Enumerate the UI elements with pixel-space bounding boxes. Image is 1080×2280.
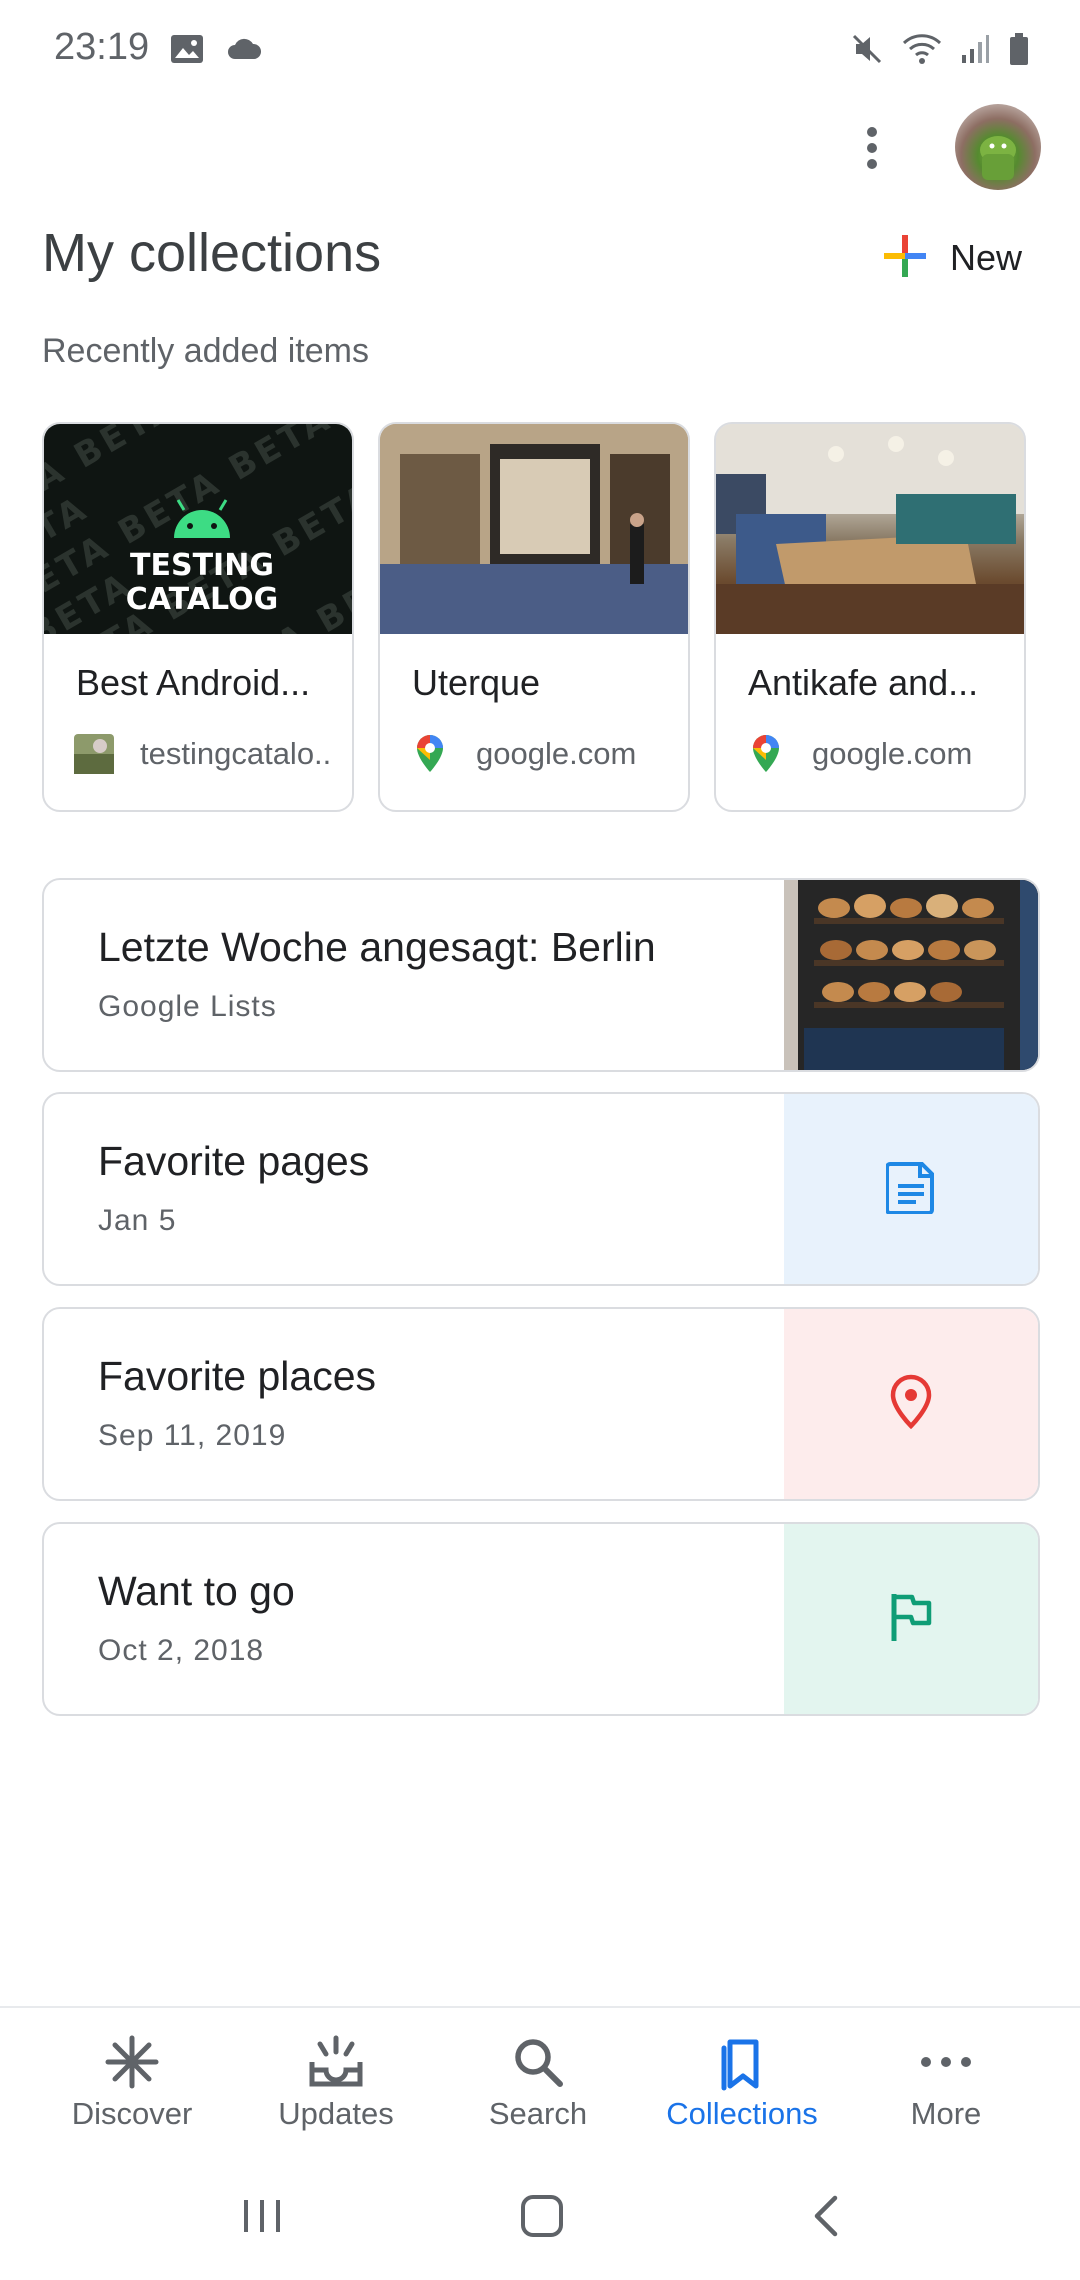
recent-card-source: testingcatalo.. [74,734,350,774]
system-navigation-bar [0,2156,1080,2280]
recent-card-title: Best Android... [76,662,311,703]
bottom-navigation: Discover Updates Search Collections More [0,2006,1080,2156]
collection-thumb-want-to-go [784,1524,1038,1714]
new-collection-button[interactable]: New [870,228,1034,288]
nav-label: Search [488,2096,588,2131]
collection-card[interactable]: Letzte Woche angesagt: Berlin Google Lis… [42,878,1040,1072]
signal-icon [960,33,990,65]
page-title: My collections [42,223,382,283]
location-pin-icon [890,1374,932,1435]
status-time: 23:19 [54,26,150,68]
back-button[interactable] [786,2186,866,2250]
google-maps-pin-icon [746,734,786,774]
collection-subtitle: Sep 11, 2019 [98,1419,287,1452]
home-button[interactable] [502,2186,582,2250]
collection-title: Want to go [98,1568,295,1614]
nav-label: Updates [278,2096,394,2131]
collection-title: Letzte Woche angesagt: Berlin [98,924,656,970]
recent-card-source-text: google.com [812,736,973,771]
recent-card[interactable]: Antikafe and... google.com [714,422,1026,812]
avatar[interactable] [955,104,1041,190]
android-robot-icon [174,499,230,538]
collection-title: Favorite pages [98,1138,370,1184]
nav-item-discover[interactable]: Discover [32,2032,232,2132]
more-horiz-icon [916,2032,976,2092]
collection-title: Favorite places [98,1353,377,1399]
bakery-photo [784,880,1038,1070]
recent-card-title: Uterque [412,662,541,703]
recent-card-source-text: google.com [476,736,637,771]
site-favicon-icon [74,734,114,774]
nav-item-collections[interactable]: Collections [642,2032,842,2132]
collection-card[interactable]: Want to go Oct 2, 2018 [42,1522,1040,1716]
storefront-thumbnail [380,424,688,634]
testingcatalog-logo: TESTING CATALOG [122,494,282,615]
recent-card-title: Antikafe and... [748,662,979,703]
recents-button[interactable] [222,2186,302,2250]
plus-icon [882,233,928,284]
wifi-icon [902,33,942,65]
google-maps-pin-icon [410,734,450,774]
collection-thumb-pages [784,1094,1038,1284]
back-icon [811,2194,841,2243]
testingcatalog-logo-line: TESTING [130,548,274,583]
recently-added-label: Recently added items [42,332,369,370]
document-icon [885,1160,936,1219]
collection-card[interactable]: Favorite places Sep 11, 2019 [42,1307,1040,1501]
recent-card[interactable]: BETA BETA BETA BETA BETA BETA BETA BETA BE… [42,422,354,812]
testingcatalog-thumbnail: BETA BETA BETA BETA BETA BETA BETA BETA BE… [44,424,352,634]
home-icon [520,2194,564,2243]
collection-subtitle: Jan 5 [98,1204,177,1237]
collection-card[interactable]: Favorite pages Jan 5 [42,1092,1040,1286]
recents-icon [240,2196,284,2241]
image-icon [170,34,204,64]
nav-item-more[interactable]: More [846,2032,1046,2132]
testingcatalog-logo-line: CATALOG [125,582,279,617]
recent-card-source: google.com [410,734,686,774]
collection-subtitle: Google Lists [98,990,277,1023]
nav-label: Collections [666,2096,818,2131]
cloud-icon [226,37,262,61]
recent-card-source: google.com [746,734,1022,774]
recent-items-row: BETA BETA BETA BETA BETA BETA BETA BETA BE… [42,422,1026,812]
nav-item-search[interactable]: Search [438,2032,638,2132]
more-vert-icon [865,126,879,175]
cafe-interior-thumbnail [716,424,1024,634]
recent-card-source-text: testingcatalo.. [140,736,332,771]
status-bar: 23:19 [0,0,1080,100]
battery-icon [1008,32,1030,66]
recent-card[interactable]: Uterque google.com [378,422,690,812]
search-icon [508,2032,568,2092]
bookmark-icon [712,2032,772,2092]
asterisk-icon [102,2032,162,2092]
flag-icon [889,1591,933,1648]
more-vert-button[interactable] [848,118,896,182]
new-label: New [950,237,1023,278]
updates-tray-icon [306,2032,366,2092]
nav-label: Discover [71,2096,193,2131]
nav-item-updates[interactable]: Updates [236,2032,436,2132]
mute-icon [850,32,884,66]
collection-subtitle: Oct 2, 2018 [98,1634,265,1667]
nav-label: More [910,2096,982,2131]
collection-thumb-places [784,1309,1038,1499]
